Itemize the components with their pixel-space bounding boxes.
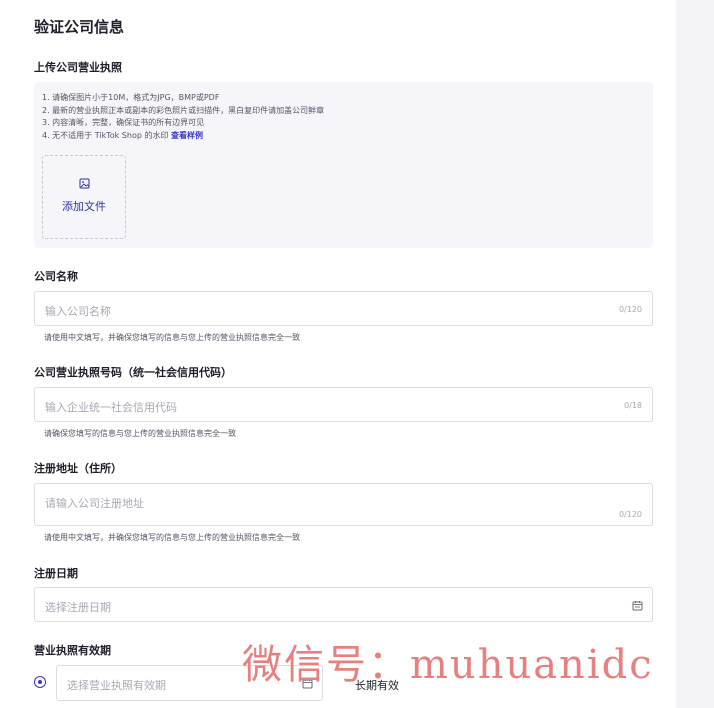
license-number-label: 公司营业执照号码（统一社会信用代码） [34, 366, 232, 379]
upload-rule-text: 4. 无不适用于 TikTok Shop 的水印 [42, 130, 172, 140]
validity-date-picker[interactable]: 选择营业执照有效期 [56, 665, 323, 701]
add-file-label: 添加文件 [62, 200, 106, 213]
add-file-button[interactable]: 添加文件 [42, 155, 126, 239]
validity-placeholder: 选择营业执照有效期 [67, 679, 166, 692]
address-textarea[interactable]: 请输入公司注册地址 0/120 [34, 483, 653, 526]
license-number-counter: 0/18 [624, 401, 642, 410]
license-number-placeholder: 输入企业统一社会信用代码 [45, 401, 177, 414]
address-label: 注册地址（住所） [34, 462, 122, 475]
company-name-label: 公司名称 [34, 270, 78, 283]
reg-date-picker[interactable]: 选择注册日期 [34, 587, 653, 622]
upload-rule: 2. 最新的营业执照正本或副本的彩色照片或扫描件，黑白复印件请加盖公司鲜章 [42, 105, 325, 115]
company-name-helper: 请使用中文填写，并确保您填写的信息与您上传的营业执照信息完全一致 [44, 333, 300, 342]
calendar-icon [632, 601, 643, 611]
license-number-helper: 请确保您填写的信息与您上传的营业执照信息完全一致 [44, 429, 236, 438]
validity-date-radio[interactable] [34, 676, 46, 688]
reg-date-placeholder: 选择注册日期 [45, 601, 111, 614]
form-panel: 验证公司信息 上传公司营业执照 1. 请确保图片小于10M，格式为JPG，BMP… [0, 0, 676, 708]
upload-label: 上传公司营业执照 [34, 61, 122, 74]
image-icon [79, 178, 90, 189]
address-counter: 0/120 [618, 510, 642, 519]
license-number-input[interactable]: 输入企业统一社会信用代码 0/18 [34, 387, 653, 422]
upload-rule: 1. 请确保图片小于10M，格式为JPG，BMP或PDF [42, 93, 220, 102]
page-title: 验证公司信息 [34, 18, 125, 36]
address-helper: 请使用中文填写，并确保您填写的信息与您上传的营业执照信息完全一致 [44, 533, 300, 542]
company-name-placeholder: 输入公司名称 [45, 305, 111, 318]
long-term-option[interactable]: 长期有效 [355, 677, 399, 693]
company-name-input[interactable]: 输入公司名称 0/120 [34, 291, 653, 326]
company-name-counter: 0/120 [618, 305, 642, 314]
upload-rule: 4. 无不适用于 TikTok Shop 的水印 查看样例 [42, 130, 324, 143]
validity-label: 营业执照有效期 [34, 644, 111, 657]
reg-date-label: 注册日期 [34, 567, 78, 580]
upload-rules: 1. 请确保图片小于10M，格式为JPG，BMP或PDF 2. 最新的营业执照正… [42, 92, 324, 142]
upload-rule: 3. 内容清晰，完整，确保证书的所有边界可见 [42, 118, 205, 127]
calendar-icon [302, 679, 313, 689]
address-placeholder: 请输入公司注册地址 [45, 497, 144, 510]
view-example-link[interactable]: 查看样例 [171, 131, 203, 140]
upload-area: 1. 请确保图片小于10M，格式为JPG，BMP或PDF 2. 最新的营业执照正… [34, 82, 653, 248]
